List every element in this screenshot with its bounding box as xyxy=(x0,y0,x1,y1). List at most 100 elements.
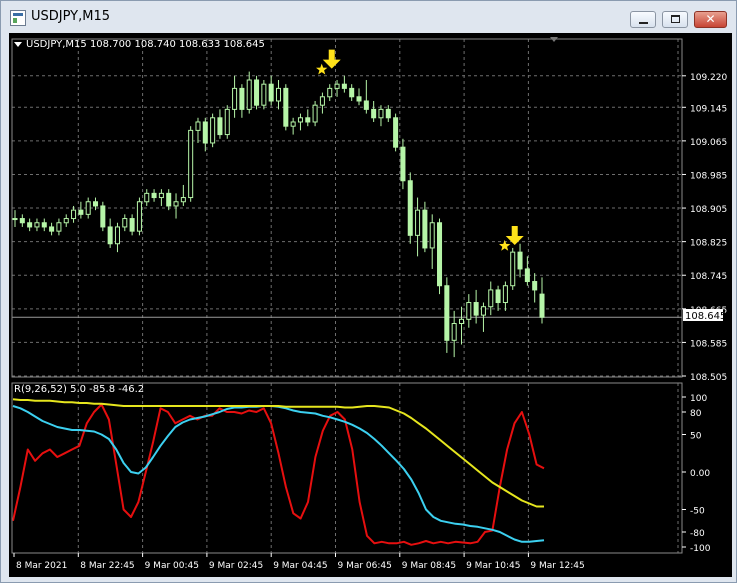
bear-candle xyxy=(349,87,355,98)
bear-candle xyxy=(283,87,289,127)
time-axis-label: 9 Mar 12:45 xyxy=(530,561,584,571)
bear-candle xyxy=(437,222,443,287)
price-axis-label: 108.505 xyxy=(690,373,727,383)
dropdown-triangle-icon[interactable] xyxy=(14,42,22,47)
bull-candle xyxy=(188,129,194,199)
bull-candle xyxy=(378,108,384,119)
bear-candle xyxy=(400,146,406,182)
signal-arrow xyxy=(505,225,524,245)
bear-candle xyxy=(517,251,523,270)
price-axis-label: 109.220 xyxy=(690,73,727,83)
bear-candle xyxy=(41,222,47,228)
bull-candle xyxy=(312,104,318,123)
bear-candle xyxy=(407,180,413,236)
bull-candle xyxy=(232,87,238,110)
bear-candle xyxy=(166,192,172,207)
bull-candle xyxy=(488,289,494,308)
bear-candle xyxy=(363,100,369,110)
price-axis-label: 108.745 xyxy=(690,272,727,282)
minimize-button[interactable] xyxy=(630,11,656,28)
bull-candle xyxy=(224,108,230,136)
title-bar[interactable]: USDJPY,M15 ✕ xyxy=(1,1,736,33)
bull-candle xyxy=(158,192,164,199)
bear-candle xyxy=(100,205,106,228)
indicator-axis-label: 100 xyxy=(690,394,707,404)
bull-candle xyxy=(71,209,77,220)
time-axis-label: 9 Mar 04:45 xyxy=(273,561,327,571)
maximize-icon xyxy=(671,15,680,23)
bear-candle xyxy=(202,121,208,144)
bear-candle xyxy=(93,201,99,207)
window-title: USDJPY,M15 xyxy=(31,9,110,24)
time-axis-label: 9 Mar 06:45 xyxy=(338,561,392,571)
bull-candle xyxy=(180,197,186,203)
price-axis-label: 109.145 xyxy=(690,104,727,114)
bear-candle xyxy=(129,218,135,232)
bear-candle xyxy=(371,108,377,119)
bull-candle xyxy=(122,218,128,228)
bull-candle xyxy=(429,222,435,249)
time-axis-label: 9 Mar 00:45 xyxy=(145,561,199,571)
price-axis-label: 108.985 xyxy=(690,171,727,181)
signal-arrow xyxy=(322,49,341,69)
bear-candle xyxy=(217,117,223,136)
indicator-panel-header: R(9,26,52) 5.0 -85.8 -46.2 xyxy=(14,384,144,395)
bull-candle xyxy=(114,226,120,245)
bull-candle xyxy=(85,201,91,215)
bull-candle xyxy=(56,222,62,232)
bear-candle xyxy=(305,117,311,123)
grid xyxy=(12,39,682,553)
bull-candle xyxy=(319,96,325,106)
chart-canvas[interactable]: 8 Mar 2021 8 Mar 22:45 9 Mar 00:45 9 Mar 02… xyxy=(9,33,732,577)
bear-candle xyxy=(539,293,545,318)
chart-window: USDJPY,M15 ✕ 8 Mar 2021 8 Mar 22:45 9 Mar … xyxy=(0,0,737,583)
bull-candle xyxy=(466,302,472,320)
arrow-down-star-icon xyxy=(316,49,341,75)
bull-candle xyxy=(297,117,303,123)
minimize-icon xyxy=(639,22,648,24)
bull-candle xyxy=(480,306,486,316)
price-axis-label: 109.065 xyxy=(690,138,727,148)
indicator-axis-label: 80 xyxy=(690,409,702,419)
bear-candle xyxy=(422,209,428,249)
bear-candle xyxy=(107,226,113,245)
bull-candle xyxy=(210,117,216,144)
close-button[interactable]: ✕ xyxy=(694,11,727,28)
bear-candle xyxy=(385,108,391,119)
bull-candle xyxy=(173,201,179,207)
bear-candle xyxy=(254,79,260,106)
bull-candle xyxy=(136,201,142,232)
bear-candle xyxy=(49,226,55,232)
bear-candle xyxy=(151,192,157,199)
maximize-button[interactable] xyxy=(662,11,688,28)
bull-candle xyxy=(144,192,150,203)
bull-candle xyxy=(261,83,267,106)
time-axis-label: 8 Mar 2021 xyxy=(16,561,67,571)
bull-candle xyxy=(415,209,421,236)
price-axis-label: 108.905 xyxy=(690,205,727,215)
bear-candle xyxy=(524,268,530,283)
bull-candle xyxy=(34,222,40,228)
bear-candle xyxy=(532,281,538,291)
price-axis-label: 108.825 xyxy=(690,239,727,249)
bull-candle xyxy=(458,318,464,325)
time-axis-label: 9 Mar 10:45 xyxy=(466,561,520,571)
indicator-axis-label: 50 xyxy=(690,432,702,442)
bull-candle xyxy=(451,323,457,341)
bear-candle xyxy=(473,302,479,316)
bear-candle xyxy=(495,289,501,304)
indicator-axis-label: -80 xyxy=(690,529,705,539)
bear-candle xyxy=(444,285,450,341)
bear-candle xyxy=(393,117,399,148)
chart-area[interactable]: 8 Mar 2021 8 Mar 22:45 9 Mar 00:45 9 Mar 02… xyxy=(9,33,732,577)
time-axis-label: 9 Mar 08:45 xyxy=(402,561,456,571)
current-price-label: 108.645 xyxy=(685,311,726,322)
price-axis-label: 108.585 xyxy=(690,339,727,349)
bull-candle xyxy=(290,121,296,127)
close-icon: ✕ xyxy=(705,12,716,26)
bull-candle xyxy=(63,218,69,224)
bull-candle xyxy=(327,87,333,98)
bull-candle xyxy=(246,79,252,110)
price-panel-header: USDJPY,M15 108.700 108.740 108.633 108.6… xyxy=(26,39,265,50)
axes: 8 Mar 2021 8 Mar 22:45 9 Mar 00:45 9 Mar 02… xyxy=(11,38,727,571)
